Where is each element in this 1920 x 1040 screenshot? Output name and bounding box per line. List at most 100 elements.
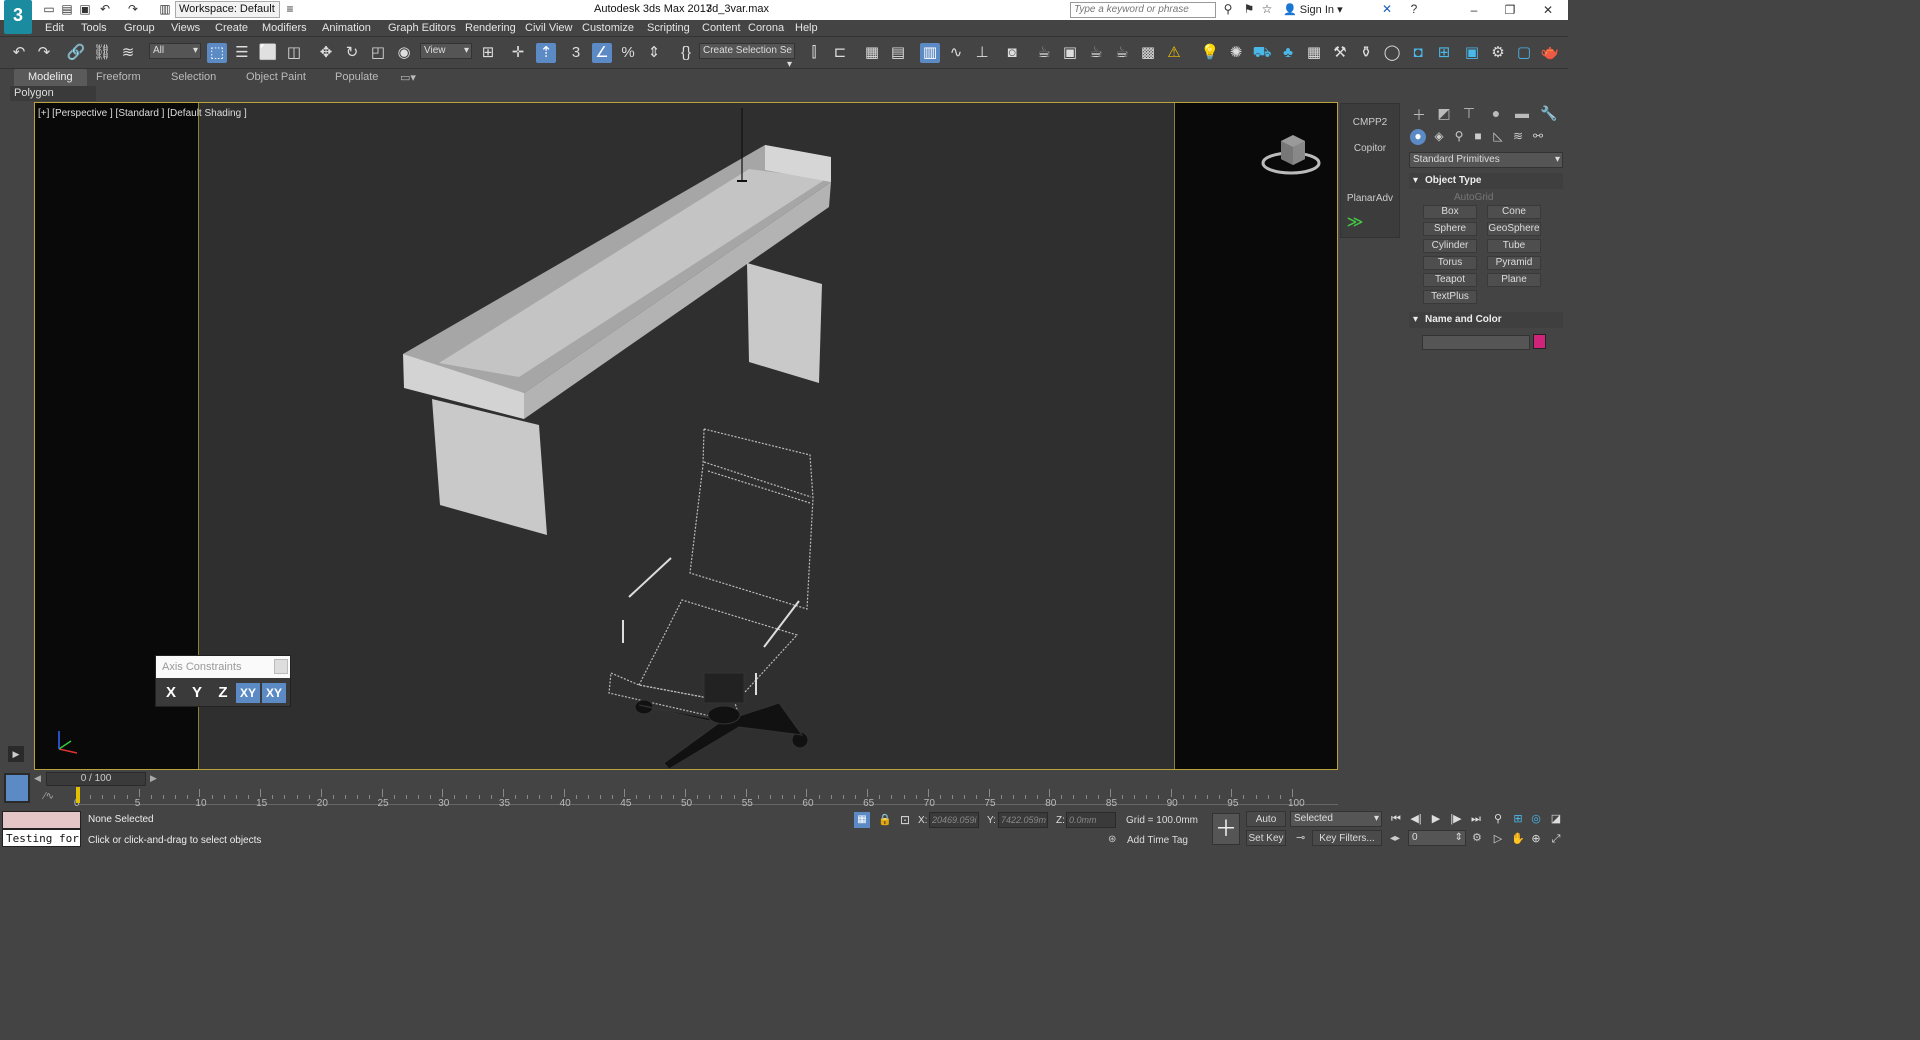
redo-icon[interactable]: ↷ (34, 43, 54, 63)
sun-icon[interactable]: ✺ (1226, 43, 1246, 63)
menu-content[interactable]: Content (702, 22, 741, 34)
maximize-viewport-icon[interactable]: ⤢ (1548, 831, 1564, 847)
spinner-snap-icon[interactable]: ⇕ (644, 43, 664, 63)
bind-spacewarp-icon[interactable]: ≋ (118, 43, 138, 63)
menu-help[interactable]: Help (795, 22, 818, 34)
script-planaradv-button[interactable]: PlanarAdv (1341, 193, 1399, 204)
reference-coord-dropdown[interactable]: View ▾ (420, 43, 472, 59)
workspace-menu-icon[interactable]: ≡ (283, 2, 297, 16)
maxscript-listener-input[interactable]: Testing for ; (2, 829, 81, 847)
pivot-center-icon[interactable]: ⊞ (478, 43, 498, 63)
object-color-swatch[interactable] (1533, 334, 1546, 349)
ribbon-panel-label[interactable]: Polygon Modeling (10, 86, 96, 113)
layers-green-icon[interactable]: ≫ (1344, 212, 1366, 234)
redo-icon[interactable]: ↷ (126, 2, 140, 16)
close-button[interactable]: ✕ (1538, 2, 1558, 18)
key-mode-dropdown[interactable]: Selected ▾ (1290, 811, 1382, 827)
pan-icon[interactable]: ✋ (1510, 831, 1526, 847)
axis-y-button[interactable]: Y (185, 683, 209, 703)
new-file-icon[interactable]: ▭ (42, 2, 56, 16)
primitive-torus-button[interactable]: Torus (1423, 256, 1477, 270)
modify-tab-icon[interactable]: ◩ (1434, 105, 1454, 123)
selection-filter-dropdown[interactable]: All ▾ (149, 43, 201, 59)
primitive-plane-button[interactable]: Plane (1487, 273, 1541, 287)
key-mode-toggle-icon[interactable]: ◂▸ (1390, 833, 1400, 844)
subscription-icon[interactable]: ⚑ (1242, 2, 1256, 16)
perspective-viewport[interactable]: [+] [Perspective ] [Standard ] [Default … (34, 102, 1338, 770)
zoom-extents-all-icon[interactable]: ◪ (1548, 811, 1564, 827)
motion-tab-icon[interactable]: ● (1486, 105, 1506, 123)
ribbon-tab-freeform[interactable]: Freeform (96, 71, 141, 83)
schematic-view-icon[interactable]: ⊥ (972, 43, 992, 63)
menu-modifiers[interactable]: Modifiers (262, 22, 307, 34)
next-frame-icon[interactable]: |▶ (1448, 811, 1464, 827)
display-tab-icon[interactable]: ▬ (1512, 105, 1532, 123)
autogrid-checkbox[interactable]: AutoGrid (1454, 192, 1493, 203)
time-tag-icon[interactable]: ⊛ (1108, 834, 1116, 845)
workspace-dropdown[interactable]: Workspace: Default▾ (175, 1, 280, 30)
chair-base-model[interactable] (634, 672, 809, 769)
track-bar[interactable]: 0 5 10 15 20 25 30 35 40 45 50 55 60 65 70 75 80 85 90 95 10… (74, 787, 1338, 809)
menu-tools[interactable]: Tools (81, 22, 107, 34)
primitive-type-dropdown[interactable]: Standard Primitives ▾ (1409, 152, 1563, 168)
favorites-star-icon[interactable]: ☆ (1260, 2, 1274, 16)
selection-lock-icon[interactable]: 🔒 (878, 813, 892, 826)
menu-graph-editors[interactable]: Graph Editors (388, 22, 456, 34)
search-input[interactable]: Type a keyword or phrase (1070, 2, 1216, 18)
render-setup-icon[interactable]: ☕ (1034, 43, 1054, 63)
axis-x-button[interactable]: X (159, 683, 183, 703)
app-logo[interactable]: 3 (4, 0, 32, 34)
y-coord-field[interactable]: 7422.059m (998, 812, 1048, 828)
move-icon[interactable]: ✥ (316, 43, 336, 63)
cameras-category-icon[interactable]: ■ (1470, 129, 1486, 145)
save-file-icon[interactable]: ▣ (78, 2, 92, 16)
primitive-textplus-button[interactable]: TextPlus (1423, 290, 1477, 304)
hierarchy-tab-icon[interactable]: ⊤ (1459, 105, 1479, 123)
ribbon-tab-modeling[interactable]: Modeling (14, 69, 87, 86)
unlink-icon[interactable]: ⛓ (92, 43, 112, 63)
script-cmpp2-button[interactable]: CMPP2 (1341, 117, 1399, 128)
geometry-category-icon[interactable]: ● (1410, 129, 1426, 145)
prev-frame-icon[interactable]: ◀| (1408, 811, 1424, 827)
light-icon[interactable]: 💡 (1200, 43, 1220, 63)
teapot-icon[interactable]: 🫖 (1540, 43, 1560, 63)
menu-views[interactable]: Views (171, 22, 200, 34)
project-folder-icon[interactable]: ▥ (158, 2, 172, 16)
select-and-link-icon[interactable]: 🔗 (66, 43, 86, 63)
manipulate-icon[interactable]: ✛ (508, 43, 528, 63)
toggle-ribbon-icon[interactable]: ▤ (888, 43, 908, 63)
maxscript-listener-pink[interactable] (2, 811, 81, 829)
open-file-icon[interactable]: ▤ (60, 2, 74, 16)
key-filters-button[interactable]: Key Filters... (1312, 830, 1382, 846)
current-frame-spinner[interactable]: 0 ⇕ (1408, 830, 1466, 846)
helpers-category-icon[interactable]: ◺ (1490, 129, 1506, 145)
select-object-icon[interactable]: ⬚ (207, 43, 227, 63)
undo-icon[interactable]: ↶ (9, 43, 29, 63)
menu-rendering[interactable]: Rendering (465, 22, 516, 34)
tree-icon[interactable]: ♣ (1278, 43, 1298, 63)
bottle-icon[interactable]: ⚱ (1356, 43, 1376, 63)
axis-z-button[interactable]: Z (211, 683, 235, 703)
shapes-category-icon[interactable]: ◈ (1431, 129, 1447, 145)
minimize-button[interactable]: – (1464, 2, 1484, 18)
menu-animation[interactable]: Animation (322, 22, 371, 34)
place-icon[interactable]: ◉ (394, 43, 414, 63)
select-by-name-icon[interactable]: ☰ (232, 43, 252, 63)
orbit-icon[interactable]: ⊕ (1528, 831, 1544, 847)
object-name-input[interactable] (1422, 335, 1530, 350)
ribbon-tab-selection[interactable]: Selection (171, 71, 216, 83)
key-icon[interactable]: ⊸ (1296, 831, 1305, 844)
menu-group[interactable]: Group (124, 22, 155, 34)
menu-corona[interactable]: Corona (748, 22, 784, 34)
grid-box-icon[interactable]: ⊞ (1434, 43, 1454, 63)
render-production-icon[interactable]: ☕ (1086, 43, 1106, 63)
x-coord-field[interactable]: 20469.059i (929, 812, 979, 828)
undo-icon[interactable]: ↶ (98, 2, 112, 16)
menu-edit[interactable]: Edit (45, 22, 64, 34)
menu-create[interactable]: Create (215, 22, 248, 34)
primitive-cone-button[interactable]: Cone (1487, 205, 1541, 219)
field-of-view-icon[interactable]: ▷ (1490, 831, 1506, 847)
auto-key-button[interactable]: Auto Key (1246, 811, 1286, 840)
add-time-tag[interactable]: Add Time Tag (1127, 835, 1188, 846)
menu-scripting[interactable]: Scripting (647, 22, 690, 34)
